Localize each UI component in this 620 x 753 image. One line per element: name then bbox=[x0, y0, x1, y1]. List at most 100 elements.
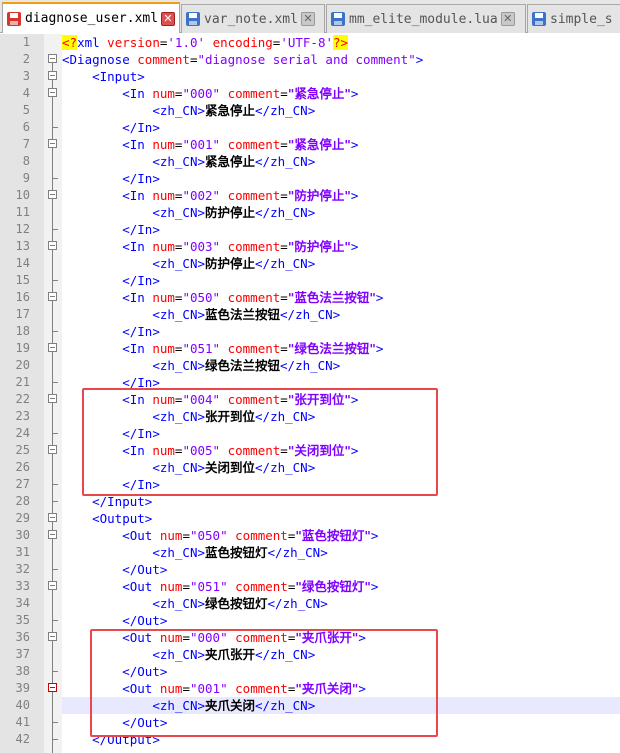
line-number: 34 bbox=[15, 596, 30, 610]
code-line[interactable]: 8 <zh_CN>紧急停止</zh_CN> bbox=[0, 153, 620, 170]
fold-collapse-icon[interactable] bbox=[48, 394, 57, 403]
fold-collapse-icon[interactable] bbox=[48, 445, 57, 454]
code-line[interactable]: 1 <?xml version='1.0' encoding='UTF-8'?> bbox=[0, 34, 620, 51]
line-number: 7 bbox=[22, 137, 30, 151]
fold-collapse-icon[interactable] bbox=[48, 343, 57, 352]
code-line[interactable]: 10 <In num="002" comment="防护停止"> bbox=[0, 187, 620, 204]
line-number: 26 bbox=[15, 460, 30, 474]
code-line[interactable]: 12 </In> bbox=[0, 221, 620, 238]
code-line[interactable]: 17 <zh_CN>蓝色法兰按钮</zh_CN> bbox=[0, 306, 620, 323]
fold-collapse-icon[interactable] bbox=[48, 581, 57, 590]
code-line[interactable]: 2 <Diagnose comment="diagnose serial and… bbox=[0, 51, 620, 68]
line-number: 18 bbox=[15, 324, 30, 338]
fold-collapse-icon[interactable] bbox=[48, 530, 57, 539]
code-line[interactable]: 31 <zh_CN>蓝色按钮灯</zh_CN> bbox=[0, 544, 620, 561]
tab-var-note-xml[interactable]: var_note.xml ✕ bbox=[181, 4, 325, 33]
fold-collapse-icon[interactable] bbox=[48, 139, 57, 148]
save-disk-icon bbox=[532, 12, 546, 26]
fold-collapse-icon[interactable] bbox=[48, 683, 57, 692]
line-number: 41 bbox=[15, 715, 30, 729]
line-number: 19 bbox=[15, 341, 30, 355]
line-number: 24 bbox=[15, 426, 30, 440]
fold-collapse-icon[interactable] bbox=[48, 241, 57, 250]
line-number: 2 bbox=[22, 52, 30, 66]
close-tab-icon[interactable]: ✕ bbox=[500, 12, 515, 26]
line-number: 31 bbox=[15, 545, 30, 559]
fold-end-mark bbox=[52, 569, 58, 570]
code-line[interactable]: 15 </In> bbox=[0, 272, 620, 289]
fold-end-mark bbox=[52, 331, 58, 332]
line-number: 3 bbox=[22, 69, 30, 83]
fold-collapse-icon[interactable] bbox=[48, 190, 57, 199]
line-number: 42 bbox=[15, 732, 30, 746]
save-disk-icon bbox=[331, 12, 345, 26]
code-line[interactable]: 3 <Input> bbox=[0, 68, 620, 85]
fold-collapse-icon[interactable] bbox=[48, 54, 57, 63]
fold-end-mark bbox=[52, 739, 58, 740]
code-line[interactable]: 19 <In num="051" comment="绿色法兰按钮"> bbox=[0, 340, 620, 357]
tab-simple-s[interactable]: simple_s bbox=[527, 4, 620, 33]
line-number: 6 bbox=[22, 120, 30, 134]
code-line[interactable]: 9 </In> bbox=[0, 170, 620, 187]
code-line[interactable]: 13 <In num="003" comment="防护停止"> bbox=[0, 238, 620, 255]
line-number: 35 bbox=[15, 613, 30, 627]
code-line[interactable]: 7 <In num="001" comment="紧急停止"> bbox=[0, 136, 620, 153]
line-number: 9 bbox=[22, 171, 30, 185]
line-number: 37 bbox=[15, 647, 30, 661]
code-line[interactable]: 16 <In num="050" comment="蓝色法兰按钮"> bbox=[0, 289, 620, 306]
line-number: 10 bbox=[15, 188, 30, 202]
annotation-highlight-box bbox=[90, 629, 438, 737]
tab-mm-elite-module-lua[interactable]: mm_elite_module.lua ✕ bbox=[326, 4, 526, 33]
line-number: 14 bbox=[15, 256, 30, 270]
fold-collapse-icon[interactable] bbox=[48, 632, 57, 641]
line-number: 32 bbox=[15, 562, 30, 576]
code-editor[interactable]: 1 <?xml version='1.0' encoding='UTF-8'?>… bbox=[0, 34, 620, 753]
line-number: 29 bbox=[15, 511, 30, 525]
save-disk-icon bbox=[186, 12, 200, 26]
fold-end-mark bbox=[52, 229, 58, 230]
line-number: 40 bbox=[15, 698, 30, 712]
code-line[interactable]: 14 <zh_CN>防护停止</zh_CN> bbox=[0, 255, 620, 272]
fold-collapse-icon[interactable] bbox=[48, 292, 57, 301]
tab-label: mm_elite_module.lua bbox=[349, 11, 498, 27]
fold-end-mark bbox=[52, 501, 58, 502]
fold-collapse-icon[interactable] bbox=[48, 71, 57, 80]
tab-diagnose-user-xml[interactable]: diagnose_user.xml ✕ bbox=[2, 2, 180, 33]
code-line[interactable]: 4 <In num="000" comment="紧急停止"> bbox=[0, 85, 620, 102]
fold-end-mark bbox=[52, 484, 58, 485]
code-line[interactable]: 6 </In> bbox=[0, 119, 620, 136]
tab-bar: diagnose_user.xml ✕ var_note.xml ✕ mm_el… bbox=[0, 0, 620, 33]
tab-label: var_note.xml bbox=[204, 11, 298, 27]
line-number: 39 bbox=[15, 681, 30, 695]
fold-end-mark bbox=[52, 280, 58, 281]
fold-end-mark bbox=[52, 382, 58, 383]
close-tab-icon[interactable]: ✕ bbox=[300, 12, 315, 26]
code-line[interactable]: 18 </In> bbox=[0, 323, 620, 340]
code-line[interactable]: 5 <zh_CN>紧急停止</zh_CN> bbox=[0, 102, 620, 119]
close-tab-icon[interactable]: ✕ bbox=[161, 11, 175, 26]
line-number: 27 bbox=[15, 477, 30, 491]
fold-end-mark bbox=[52, 671, 58, 672]
line-number: 30 bbox=[15, 528, 30, 542]
code-line[interactable]: 33 <Out num="051" comment="绿色按钮灯"> bbox=[0, 578, 620, 595]
code-line[interactable]: 35 </Out> bbox=[0, 612, 620, 629]
line-number: 13 bbox=[15, 239, 30, 253]
code-line[interactable]: 34 <zh_CN>绿色按钮灯</zh_CN> bbox=[0, 595, 620, 612]
code-line[interactable]: 20 <zh_CN>绿色法兰按钮</zh_CN> bbox=[0, 357, 620, 374]
annotation-highlight-box bbox=[82, 388, 438, 496]
line-number: 33 bbox=[15, 579, 30, 593]
code-line[interactable]: 30 <Out num="050" comment="蓝色按钮灯"> bbox=[0, 527, 620, 544]
code-line[interactable]: 32 </Out> bbox=[0, 561, 620, 578]
code-line[interactable]: 11 <zh_CN>防护停止</zh_CN> bbox=[0, 204, 620, 221]
fold-end-mark bbox=[52, 620, 58, 621]
line-number: 17 bbox=[15, 307, 30, 321]
line-number: 23 bbox=[15, 409, 30, 423]
fold-collapse-icon[interactable] bbox=[48, 513, 57, 522]
line-number: 28 bbox=[15, 494, 30, 508]
code-line[interactable]: 29 <Output> bbox=[0, 510, 620, 527]
line-number: 21 bbox=[15, 375, 30, 389]
fold-end-mark bbox=[52, 722, 58, 723]
line-number: 20 bbox=[15, 358, 30, 372]
fold-end-mark bbox=[52, 178, 58, 179]
fold-collapse-icon[interactable] bbox=[48, 88, 57, 97]
